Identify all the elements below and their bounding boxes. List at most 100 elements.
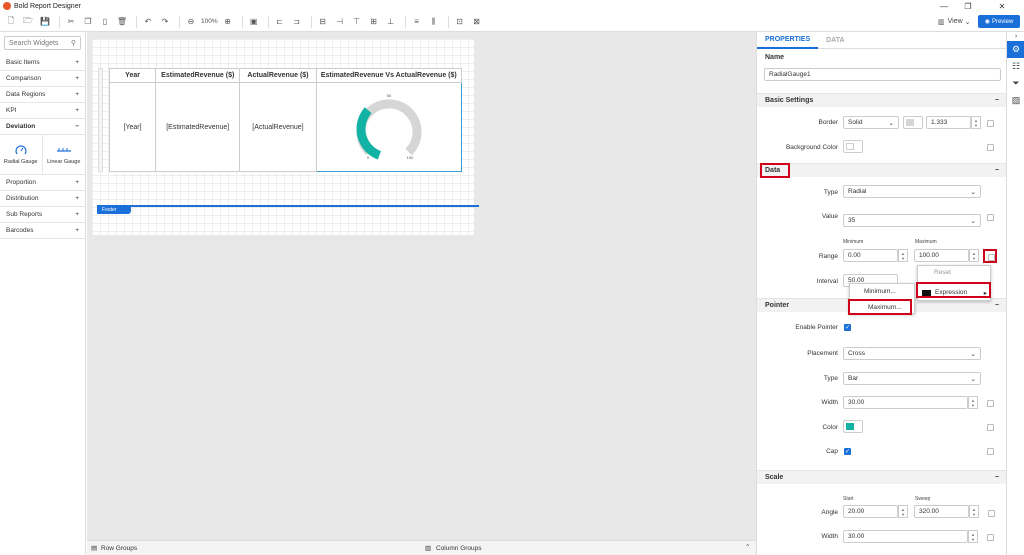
category-comparison[interactable]: Comparison +	[0, 71, 85, 87]
align-middle-icon[interactable]: ⊞	[367, 15, 381, 29]
angle-sweep-spinner[interactable]: ▲ ▼	[969, 505, 979, 518]
header-cell[interactable]: ActualRevenue ($)	[239, 68, 317, 83]
basic-settings-header[interactable]: Basic Settings −	[757, 93, 1006, 107]
angle-start-input[interactable]: 20.00	[843, 505, 898, 518]
row-handle[interactable]	[98, 68, 103, 172]
range-min-input[interactable]: 0.00	[843, 249, 898, 262]
enable-pointer-checkbox[interactable]: ✓	[844, 324, 851, 331]
restore-icon[interactable]: ❐	[956, 0, 980, 12]
data-cell[interactable]: [Year]	[108, 82, 157, 172]
cap-checkbox[interactable]: ✓	[844, 448, 851, 455]
chevron-up-icon[interactable]: ⌃	[745, 543, 750, 551]
distribute-h-icon[interactable]: ≡	[410, 15, 424, 29]
angle-sweep-input[interactable]: 320.00	[914, 505, 969, 518]
category-barcodes[interactable]: Barcodes +	[0, 223, 85, 239]
data-cell[interactable]: [ActualRevenue]	[239, 82, 317, 172]
scale-width-expression-checkbox[interactable]	[987, 534, 994, 541]
close-icon[interactable]: ✕	[990, 0, 1014, 12]
widget-radial-gauge[interactable]: Radial Gauge	[0, 135, 43, 174]
pointer-width-spinner[interactable]: ▲ ▼	[968, 396, 978, 409]
distribute-v-icon[interactable]: ⫼	[427, 15, 441, 29]
range-min-spinner[interactable]: ▲ ▼	[898, 249, 908, 262]
bgcolor-expression-checkbox[interactable]	[987, 144, 994, 151]
value-expression-checkbox[interactable]	[987, 214, 994, 221]
data-cell[interactable]: [EstimatedRevenue]	[155, 82, 241, 172]
database-icon[interactable]: ☷	[1007, 58, 1024, 75]
name-input[interactable]: RadialGauge1	[764, 68, 1001, 81]
report-body[interactable]: Year EstimatedRevenue ($) ActualRevenue …	[92, 39, 479, 235]
header-cell[interactable]: Year	[108, 68, 157, 83]
grid-icon[interactable]: ⊠	[470, 15, 484, 29]
value-input[interactable]: 35 ⌄	[843, 214, 981, 227]
angle-start-spinner[interactable]: ▲ ▼	[898, 505, 908, 518]
image-icon[interactable]: ▨	[1007, 92, 1024, 109]
border-width-input[interactable]: 1.333	[926, 116, 971, 129]
radial-gauge[interactable]: 50 0 100	[349, 89, 429, 169]
scale-width-input[interactable]: 30.00	[843, 530, 968, 543]
pointer-color-expression-checkbox[interactable]	[987, 424, 994, 431]
row-groups-label[interactable]: Row Groups	[101, 545, 137, 552]
placement-select[interactable]: Cross ⌄	[843, 347, 981, 360]
category-sub-reports[interactable]: Sub Reports +	[0, 207, 85, 223]
gauge-type-select[interactable]: Radial ⌄	[843, 185, 981, 198]
filter-icon[interactable]: ⏷	[1007, 75, 1024, 92]
widget-linear-gauge[interactable]: Linear Gauge	[43, 135, 86, 174]
preview-button[interactable]: ◉ Preview	[978, 15, 1020, 28]
zoom-level[interactable]: 100%	[201, 15, 218, 29]
align-bottom-icon[interactable]: ⊥	[384, 15, 398, 29]
redo-icon[interactable]: ↷	[158, 15, 172, 29]
background-color-picker[interactable]	[843, 140, 863, 153]
header-cell[interactable]: EstimatedRevenue Vs ActualRevenue ($)	[315, 68, 463, 83]
view-button[interactable]: ▥ View ⌄	[938, 15, 971, 28]
angle-expression-checkbox[interactable]	[988, 510, 995, 517]
footer-tab[interactable]: Footer	[97, 205, 131, 214]
paste-icon[interactable]: ▯	[98, 15, 112, 29]
pointer-type-select[interactable]: Bar ⌄	[843, 372, 981, 385]
new-file-icon[interactable]: 🗋	[4, 15, 18, 29]
border-color-picker[interactable]	[903, 116, 923, 129]
tab-properties[interactable]: PROPERTIES	[757, 32, 819, 49]
border-style-select[interactable]: Solid ⌄	[843, 116, 899, 129]
range-max-spinner[interactable]: ▲ ▼	[969, 249, 979, 262]
category-deviation[interactable]: Deviation −	[0, 119, 85, 135]
pointer-width-expression-checkbox[interactable]	[987, 400, 994, 407]
open-folder-icon[interactable]: 🗁	[21, 15, 35, 29]
header-cell[interactable]: EstimatedRevenue ($)	[155, 68, 241, 83]
category-basic-items[interactable]: Basic Items +	[0, 55, 85, 71]
tab-data[interactable]: DATA	[818, 32, 852, 49]
zoom-in-icon[interactable]: ⊕	[221, 15, 235, 29]
zoom-out-icon[interactable]: ⊖	[184, 15, 198, 29]
insert-icon[interactable]: ⊡	[453, 15, 467, 29]
border-width-spinner[interactable]: ▲ ▼	[971, 116, 981, 129]
border-expression-checkbox[interactable]	[987, 120, 994, 127]
gauge-cell[interactable]: 50 0 100	[315, 82, 463, 172]
category-data-regions[interactable]: Data Regions +	[0, 87, 85, 103]
pointer-color-picker[interactable]	[843, 420, 863, 433]
tablix[interactable]: Year EstimatedRevenue ($) ActualRevenue …	[108, 68, 463, 172]
category-kpi[interactable]: KPI +	[0, 103, 85, 119]
settings-icon[interactable]: ⚙	[1007, 41, 1024, 58]
column-groups-label[interactable]: Column Groups	[436, 545, 482, 552]
cut-icon[interactable]: ✂	[64, 15, 78, 29]
search-widgets-input[interactable]: Search Widgets ⚲	[4, 36, 81, 50]
category-proportion[interactable]: Proportion +	[0, 175, 85, 191]
align-h-icon[interactable]: ⊟	[316, 15, 330, 29]
chevron-right-icon[interactable]: ›	[1007, 32, 1024, 41]
align-right-icon[interactable]: ⊣	[333, 15, 347, 29]
save-icon[interactable]: 💾	[38, 15, 52, 29]
align-left-icon[interactable]: ⊏	[273, 15, 287, 29]
pointer-width-input[interactable]: 30.00	[843, 396, 968, 409]
undo-icon[interactable]: ↶	[141, 15, 155, 29]
scale-section-header[interactable]: Scale −	[757, 470, 1006, 484]
range-max-input[interactable]: 100.00	[914, 249, 969, 262]
data-section-header[interactable]: Data −	[757, 163, 1006, 177]
align-center-icon[interactable]: ⊐	[290, 15, 304, 29]
copy-icon[interactable]: ❐	[81, 15, 95, 29]
menu-item-minimum[interactable]: Minimum...	[864, 288, 896, 295]
design-canvas[interactable]: Year EstimatedRevenue ($) ActualRevenue …	[87, 32, 756, 540]
menu-item-reset[interactable]: Reset	[934, 269, 951, 276]
category-distribution[interactable]: Distribution +	[0, 191, 85, 207]
arrange-icon[interactable]: ▣	[247, 15, 261, 29]
align-top-icon[interactable]: ⊤	[350, 15, 364, 29]
delete-icon[interactable]: 🗑	[115, 15, 129, 29]
